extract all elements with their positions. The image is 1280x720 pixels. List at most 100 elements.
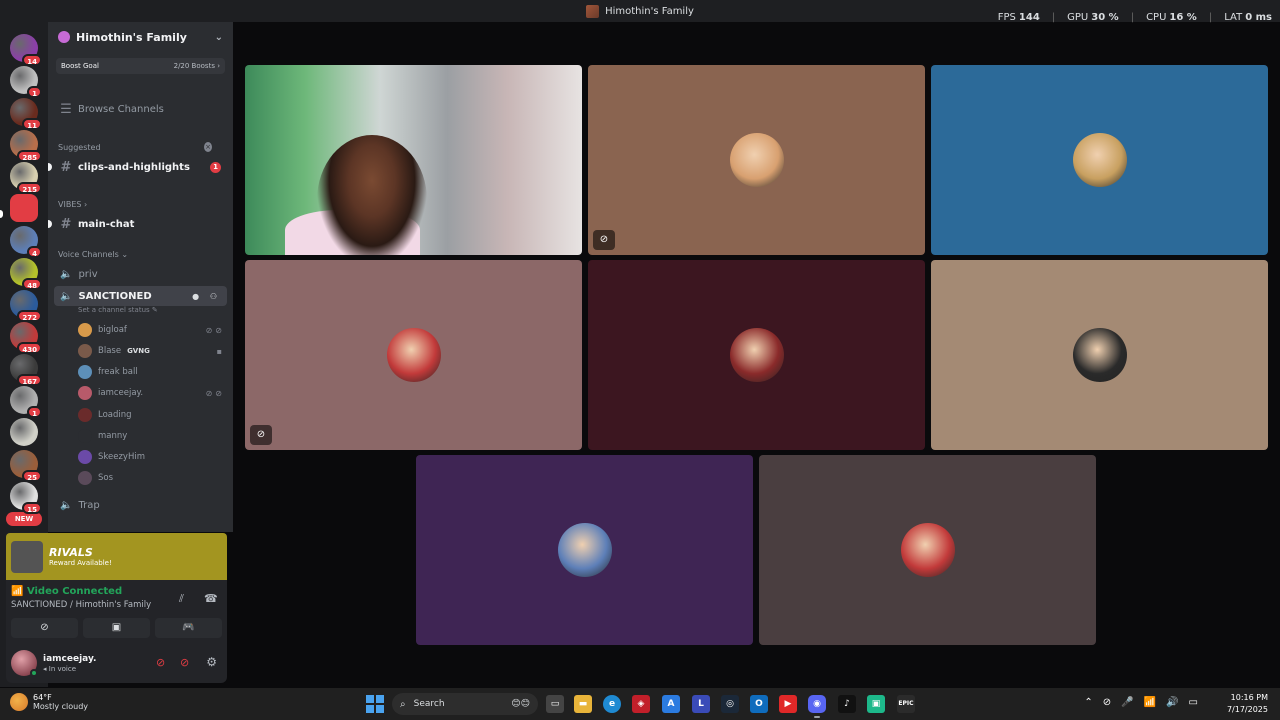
server-icon-2[interactable]: 11	[10, 98, 42, 130]
boost-goal-bar[interactable]: Boost Goal 2/20 Boosts ›	[56, 58, 225, 74]
task-view-icon[interactable]: ▭	[546, 695, 564, 713]
steam-icon[interactable]: ◎	[721, 695, 739, 713]
antivirus-icon[interactable]: ◈	[632, 695, 650, 713]
voice-channels-category[interactable]: Voice Channels ⌄	[58, 250, 128, 259]
network-off-icon[interactable]: ⊘	[1103, 697, 1111, 708]
server-icon-9[interactable]: 430	[10, 322, 42, 354]
file-explorer-icon[interactable]: ▬	[574, 695, 592, 713]
close-icon[interactable]: ×	[204, 142, 212, 152]
app-icon[interactable]: A	[662, 695, 680, 713]
discord-icon[interactable]: ◉	[808, 695, 826, 713]
voice-member[interactable]: SkeezyHim	[78, 448, 225, 466]
server-icon-12[interactable]	[10, 418, 38, 446]
voice-member[interactable]: iamceejay. ⊘⊘	[78, 384, 225, 402]
new-badge[interactable]: NEW	[6, 512, 42, 526]
speaker-icon: 🔈	[60, 499, 73, 511]
app-store-icon[interactable]: ▣	[867, 695, 885, 713]
voice-member[interactable]: Sos	[78, 469, 225, 487]
video-tile[interactable]	[931, 65, 1268, 255]
hash-icon: #	[60, 216, 72, 232]
voice-member[interactable]: bigloaf ⊘⊘	[78, 321, 225, 339]
epic-games-icon[interactable]: EPIC	[897, 695, 915, 713]
mic-muted-icon[interactable]: ⊘	[156, 656, 165, 669]
camera-toggle-button[interactable]: ⊘	[11, 618, 78, 638]
gear-icon[interactable]: ⚙	[206, 655, 217, 669]
server-icon-1[interactable]: 1	[10, 66, 42, 98]
channel-status-hint[interactable]: Set a channel status ✎	[78, 306, 158, 314]
voice-channel-trap[interactable]: 🔈 Trap	[54, 495, 227, 515]
voice-channel-priv[interactable]: 🔈 priv	[54, 264, 227, 284]
weather-widget[interactable]: 64°F Mostly cloudy	[10, 693, 88, 711]
rivals-reward-banner[interactable]: RIVALS Reward Available!	[6, 533, 227, 580]
video-tile[interactable]	[416, 455, 753, 645]
voice-member[interactable]: freak ball	[78, 363, 225, 381]
muted-icons: ⊘⊘	[205, 388, 225, 398]
volume-icon[interactable]: 🔊	[1166, 697, 1178, 708]
wifi-icon[interactable]: 📶	[1144, 697, 1156, 708]
camera-icon: ▪	[216, 346, 225, 356]
speaker-icon: 🔈	[60, 290, 73, 302]
participant-video-person	[317, 135, 427, 255]
clock[interactable]: 10:16 PM 7/17/2025	[1227, 692, 1268, 716]
voice-member[interactable]: Blase GVNG ▪	[78, 342, 225, 360]
participant-avatar	[557, 523, 612, 577]
server-icon	[586, 4, 600, 18]
server-icon-13[interactable]: 25	[10, 450, 42, 482]
active-app-indicator	[814, 716, 820, 718]
member-name: SkeezyHim	[98, 452, 145, 462]
voice-status[interactable]: 📶 Video Connected	[11, 586, 122, 597]
video-tile[interactable]: ⊘	[588, 65, 925, 255]
vibes-category[interactable]: VIBES ›	[58, 200, 87, 209]
dismiss-suggested[interactable]: ×	[198, 137, 218, 157]
voice-member[interactable]: manny	[78, 427, 225, 445]
chevron-up-icon[interactable]: ⌃	[1084, 697, 1092, 708]
server-icon-3[interactable]: 285	[10, 130, 42, 162]
tiktok-icon[interactable]: ♪	[838, 695, 856, 713]
channel-clips-and-highlights[interactable]: # clips-and-highlights 1	[48, 157, 227, 177]
clock-date: 7/17/2025	[1226, 705, 1268, 714]
server-icon-0[interactable]: 14	[10, 34, 42, 66]
server-header[interactable]: Himothin's Family ⌄	[48, 22, 233, 52]
video-tile-camera[interactable]	[245, 65, 582, 255]
youtube-icon[interactable]: ▶	[779, 695, 797, 713]
server-icon-8[interactable]: 272	[10, 290, 42, 322]
server-icon-4[interactable]: 215	[10, 162, 42, 194]
start-button[interactable]	[366, 695, 384, 713]
screen-share-button[interactable]: ▣	[83, 618, 150, 638]
server-icon-5[interactable]	[10, 194, 38, 222]
taskbar-search[interactable]: ⌕ Search 😊😊	[392, 693, 538, 715]
browse-channels[interactable]: ☰ Browse Channels	[54, 99, 227, 119]
channel-main-chat[interactable]: # main-chat	[48, 214, 227, 234]
username[interactable]: iamceejay.	[43, 654, 96, 664]
unread-badge: 215	[17, 182, 42, 194]
server-icon-11[interactable]: 1	[10, 386, 42, 418]
voice-channel-sanctioned[interactable]: 🔈 SANCTIONED ● ⚇	[54, 286, 227, 306]
activities-button[interactable]: 🎮	[155, 618, 222, 638]
disconnect-icon[interactable]: ☎	[204, 592, 218, 605]
server-icon-10[interactable]: 167	[10, 354, 42, 386]
voice-location[interactable]: SANCTIONED / Himothin's Family	[11, 600, 151, 610]
video-tile[interactable]: ⊘	[245, 260, 582, 450]
member-name: Sos	[98, 473, 114, 483]
battery-icon[interactable]: ▭	[1189, 697, 1198, 708]
mic-icon[interactable]: 🎤	[1121, 697, 1133, 708]
outlook-icon[interactable]: O	[750, 695, 768, 713]
deafen-icon[interactable]: ⊘	[180, 656, 189, 669]
server-icon-7[interactable]: 48	[10, 258, 42, 290]
speaker-icon: 🔈	[60, 268, 73, 280]
voice-member[interactable]: Loading	[78, 406, 225, 424]
channel-actions-icons[interactable]: ● ⚇	[192, 292, 221, 301]
chevron-down-icon[interactable]: ⌄	[215, 32, 223, 43]
unread-badge: 15	[22, 502, 42, 514]
voice-connection-panel: 📶 Video Connected SANCTIONED / Himothin'…	[6, 580, 227, 645]
l-app-icon[interactable]: L	[692, 695, 710, 713]
server-icon-6[interactable]: 4	[10, 226, 42, 258]
server-icon-14[interactable]: 15	[10, 482, 42, 514]
noise-suppression-icon[interactable]: ⫽	[179, 592, 184, 606]
video-tile[interactable]	[588, 260, 925, 450]
video-tile[interactable]	[759, 455, 1096, 645]
online-status-dot	[30, 669, 38, 677]
server-badge-icon	[58, 31, 70, 43]
edge-icon[interactable]: e	[603, 695, 621, 713]
video-tile[interactable]	[931, 260, 1268, 450]
